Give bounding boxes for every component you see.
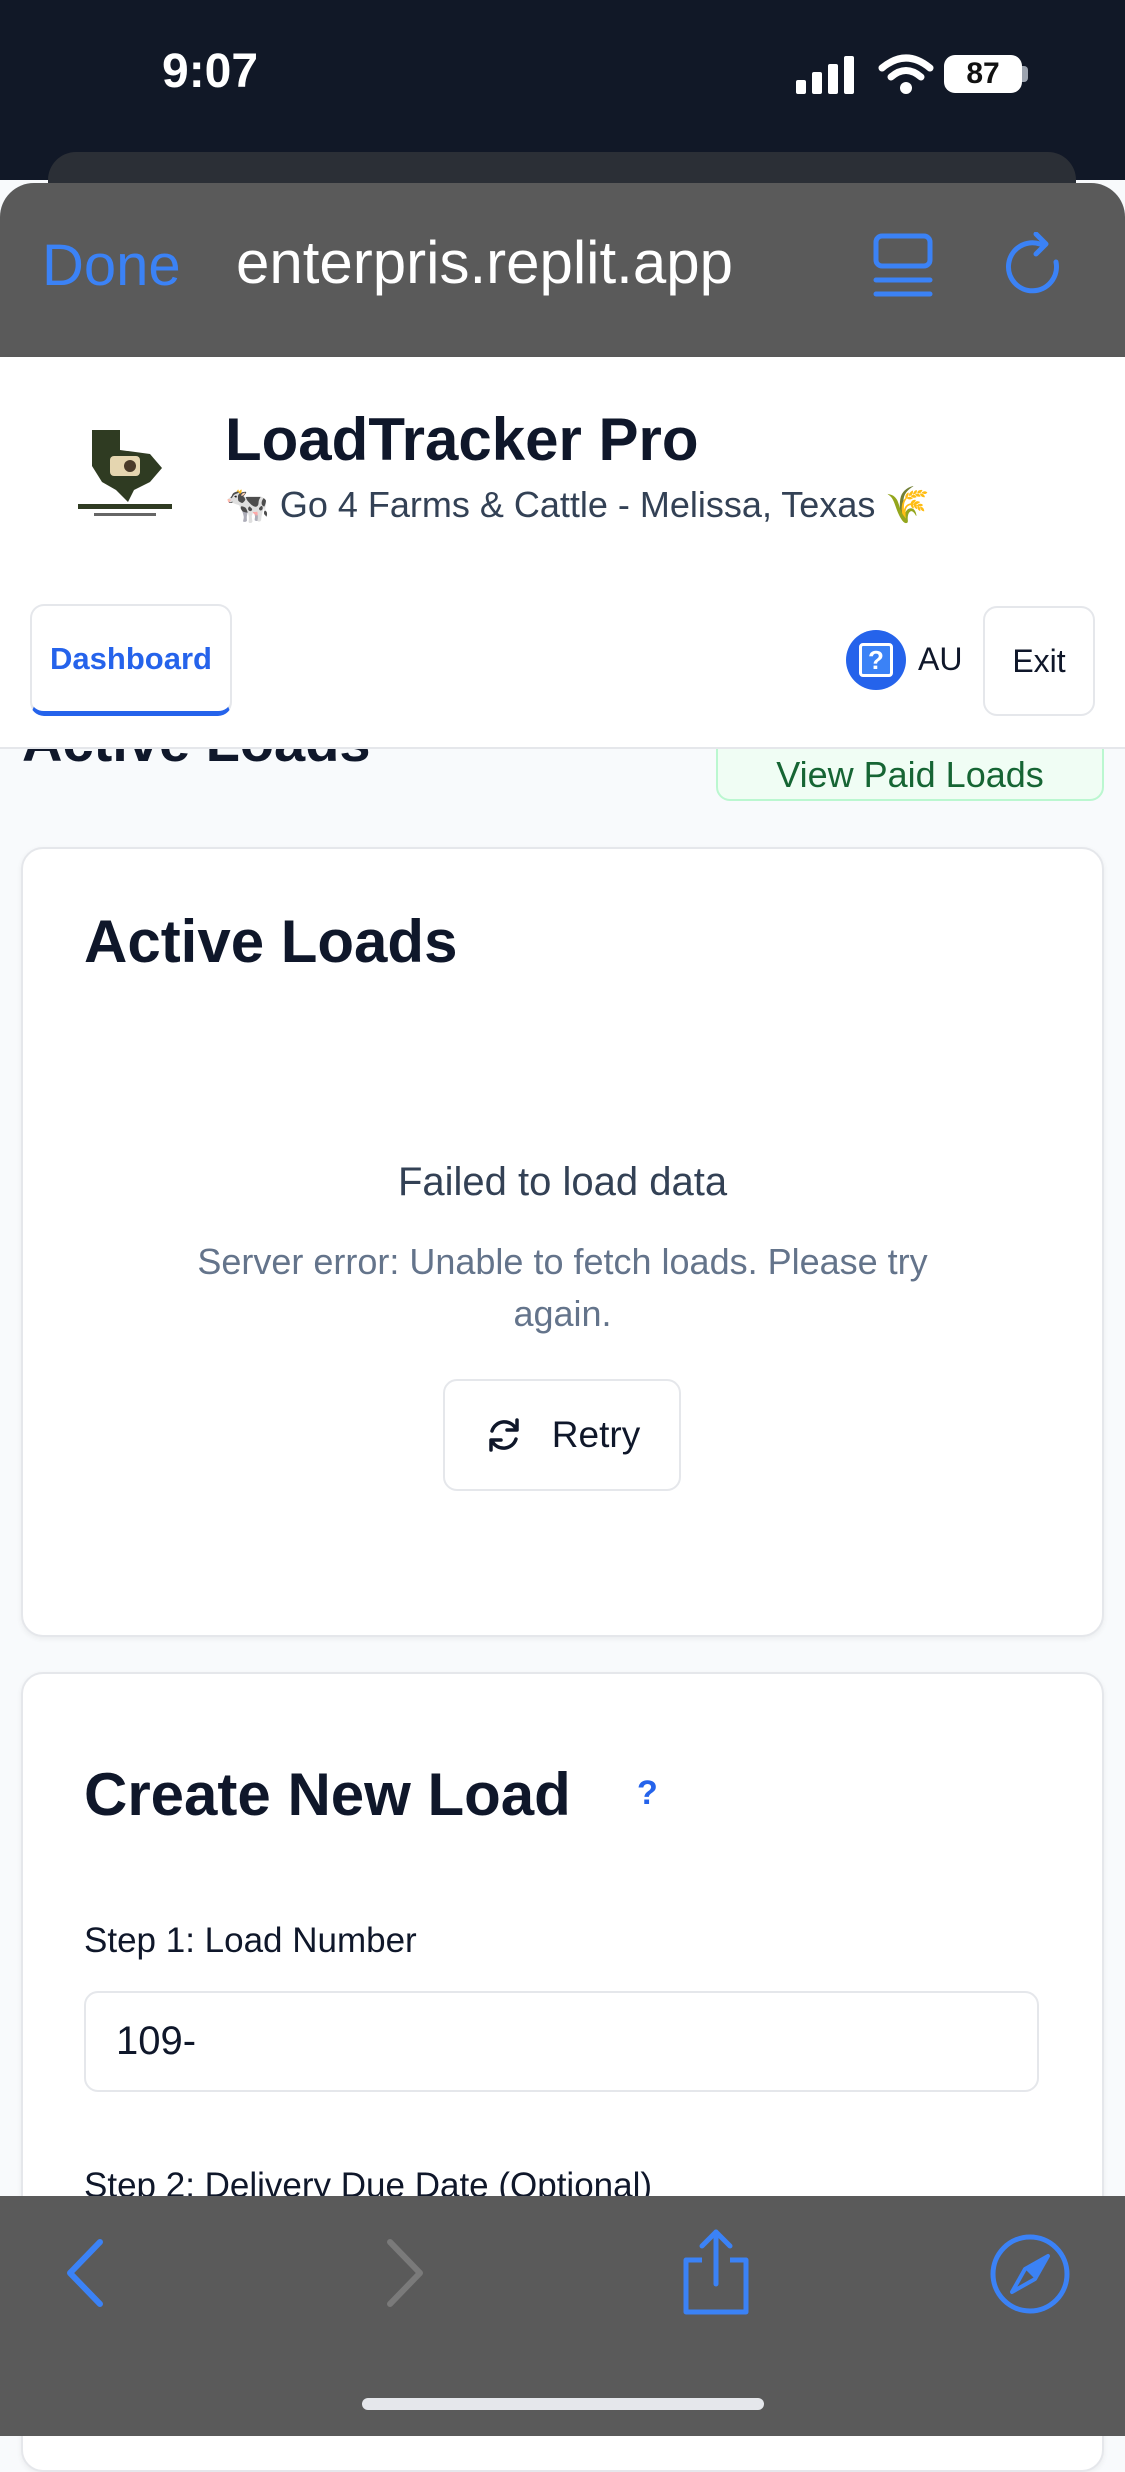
view-paid-loads-button[interactable]: View Paid Loads	[716, 749, 1104, 801]
battery-tip	[1022, 66, 1028, 82]
card-title: Active Loads	[84, 908, 458, 975]
signal-icon	[796, 56, 854, 94]
battery-indicator: 87	[944, 55, 1022, 93]
retry-button[interactable]: Retry	[443, 1379, 681, 1491]
reader-icon[interactable]	[870, 230, 936, 300]
step1-label: Step 1: Load Number	[84, 1921, 417, 1960]
retry-label: Retry	[551, 1414, 641, 1455]
url-field[interactable]: enterpris.replit.app	[236, 228, 836, 297]
forward-icon[interactable]	[380, 2236, 430, 2310]
create-load-help-link[interactable]: ?	[637, 1774, 658, 1813]
load-number-input[interactable]	[84, 1991, 1039, 2092]
tab-dashboard[interactable]: Dashboard	[30, 604, 232, 716]
home-indicator	[362, 2398, 764, 2410]
error-title: Failed to load data	[397, 1160, 728, 1204]
error-message: Server error: Unable to fetch loads. Ple…	[197, 1241, 928, 1334]
exit-button[interactable]: Exit	[983, 606, 1095, 716]
create-load-title: Create New Load	[84, 1761, 571, 1828]
share-icon[interactable]	[676, 2226, 756, 2318]
section-heading: Active Loads	[22, 749, 371, 774]
wifi-icon	[878, 54, 934, 94]
farm-logo	[78, 430, 172, 516]
reload-icon[interactable]	[1000, 232, 1068, 300]
back-icon[interactable]	[60, 2236, 110, 2310]
user-initials: AU	[918, 641, 963, 677]
help-icon[interactable]: ?	[846, 630, 906, 690]
status-time: 9:07	[162, 45, 259, 98]
app-subtitle: 🐄 Go 4 Farms & Cattle - Melissa, Texas 🌾	[225, 484, 931, 525]
compass-icon[interactable]	[988, 2232, 1072, 2316]
app-title: LoadTracker Pro	[225, 406, 699, 473]
section-header: Active Loads View Paid Loads	[0, 749, 1125, 809]
help-glyph: ?	[859, 643, 893, 677]
refresh-icon	[489, 1418, 519, 1452]
done-button[interactable]: Done	[42, 232, 181, 299]
